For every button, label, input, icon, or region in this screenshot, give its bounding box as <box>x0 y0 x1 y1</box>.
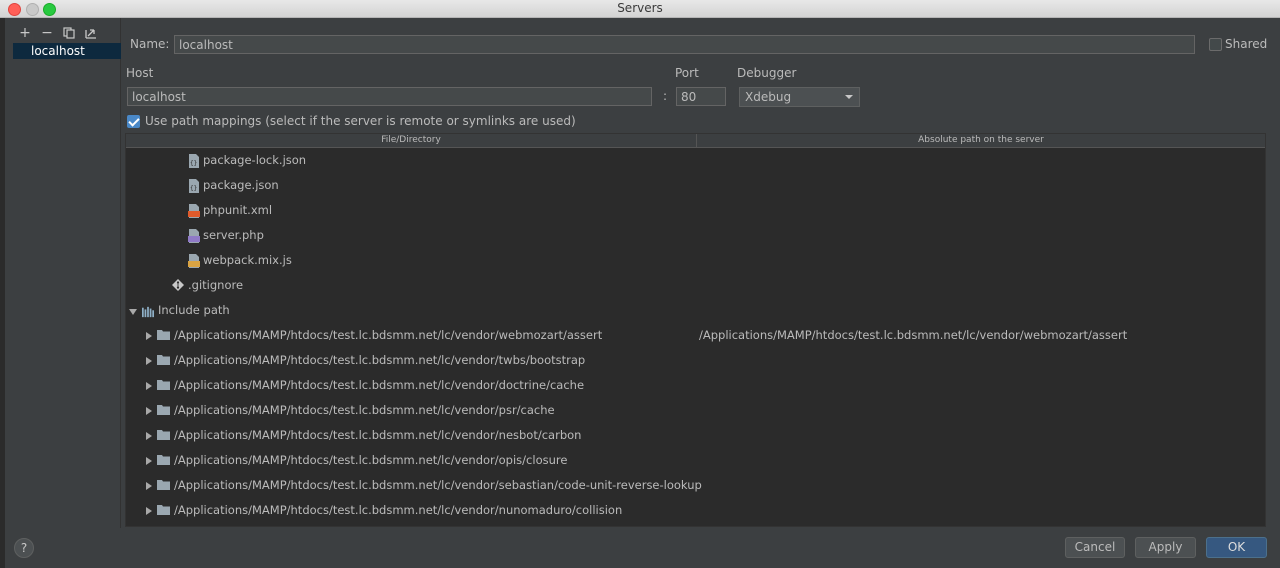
library-icon <box>142 306 154 318</box>
cancel-button[interactable]: Cancel <box>1065 537 1125 558</box>
servers-list-panel: + − localhost <box>5 18 121 528</box>
table-row[interactable]: /Applications/MAMP/htdocs/test.lc.bdsmm.… <box>126 323 1265 348</box>
include-path-label: Include path <box>158 303 230 317</box>
use-path-mappings-checkbox[interactable] <box>127 115 140 128</box>
folder-icon <box>157 355 170 365</box>
shared-checkbox[interactable] <box>1209 38 1222 51</box>
table-row[interactable]: /Applications/MAMP/htdocs/test.lc.bdsmm.… <box>126 473 1265 498</box>
php-file-icon <box>188 229 200 243</box>
xml-file-icon <box>188 204 200 218</box>
json-file-icon: {} <box>189 179 199 193</box>
port-input[interactable]: 80 <box>676 87 726 106</box>
table-row[interactable]: phpunit.xml <box>126 198 1265 223</box>
column-header-file-directory[interactable]: File/Directory <box>126 134 697 147</box>
host-label: Host <box>126 66 154 80</box>
expand-arrow-icon[interactable] <box>146 357 152 365</box>
folder-icon <box>157 380 170 390</box>
table-row[interactable]: server.php <box>126 223 1265 248</box>
file-name: phpunit.xml <box>203 203 273 217</box>
table-row[interactable]: /Applications/MAMP/htdocs/test.lc.bdsmm.… <box>126 498 1265 523</box>
include-path: /Applications/MAMP/htdocs/test.lc.bdsmm.… <box>174 503 623 517</box>
gitignore-file-icon <box>172 279 184 291</box>
help-button[interactable]: ? <box>14 538 34 558</box>
include-path: /Applications/MAMP/htdocs/test.lc.bdsmm.… <box>174 478 702 492</box>
debugger-select[interactable]: Xdebug <box>739 87 860 107</box>
table-row[interactable]: /Applications/MAMP/htdocs/test.lc.bdsmm.… <box>126 373 1265 398</box>
debugger-label: Debugger <box>737 66 797 80</box>
table-row[interactable]: /Applications/MAMP/htdocs/test.lc.bdsmm.… <box>126 398 1265 423</box>
folder-icon <box>157 480 170 490</box>
name-label: Name: <box>130 37 170 51</box>
server-list-item-label: localhost <box>31 44 85 58</box>
absolute-path-value[interactable]: /Applications/MAMP/htdocs/test.lc.bdsmm.… <box>699 323 1127 348</box>
remove-server-button[interactable]: − <box>39 25 55 41</box>
file-name: webpack.mix.js <box>203 253 292 267</box>
table-row[interactable]: {} package.json <box>126 173 1265 198</box>
expand-arrow-icon[interactable] <box>146 332 152 340</box>
js-file-icon <box>188 254 200 268</box>
table-row[interactable]: webpack.mix.js <box>126 248 1265 273</box>
port-separator: : <box>663 89 668 103</box>
include-path-row[interactable]: Include path <box>126 298 1265 323</box>
file-name: package-lock.json <box>203 153 307 167</box>
window-title: Servers <box>617 1 663 15</box>
expand-arrow-icon[interactable] <box>146 432 152 440</box>
host-input[interactable]: localhost <box>127 87 652 106</box>
folder-icon <box>157 405 170 415</box>
include-path: /Applications/MAMP/htdocs/test.lc.bdsmm.… <box>174 428 582 442</box>
table-row[interactable]: /Applications/MAMP/htdocs/test.lc.bdsmm.… <box>126 423 1265 448</box>
copy-server-button[interactable] <box>61 25 77 41</box>
svg-text:{}: {} <box>190 185 197 192</box>
ok-button[interactable]: OK <box>1206 537 1267 558</box>
folder-icon <box>157 330 170 340</box>
copy-icon <box>63 27 75 39</box>
port-label: Port <box>675 66 699 80</box>
file-name: server.php <box>203 228 264 242</box>
expand-arrow-icon[interactable] <box>146 482 152 490</box>
path-mappings-table: File/Directory Absolute path on the serv… <box>125 133 1266 527</box>
json-file-icon: {} <box>189 154 199 168</box>
file-name: .gitignore <box>188 278 244 292</box>
use-path-mappings-label: Use path mappings (select if the server … <box>145 114 576 128</box>
title-bar: Servers <box>0 0 1280 18</box>
table-row[interactable]: .gitignore <box>126 273 1265 298</box>
include-path: /Applications/MAMP/htdocs/test.lc.bdsmm.… <box>174 378 585 392</box>
debugger-select-value: Xdebug <box>745 90 792 104</box>
include-path: /Applications/MAMP/htdocs/test.lc.bdsmm.… <box>174 353 586 367</box>
expand-arrow-icon[interactable] <box>146 382 152 390</box>
collapse-arrow-icon[interactable] <box>129 309 137 315</box>
expand-arrow-icon[interactable] <box>146 407 152 415</box>
shared-label: Shared <box>1225 37 1268 51</box>
include-path: /Applications/MAMP/htdocs/test.lc.bdsmm.… <box>174 403 555 417</box>
folder-icon <box>157 430 170 440</box>
table-row[interactable]: /Applications/MAMP/htdocs/test.lc.bdsmm.… <box>126 348 1265 373</box>
servers-toolbar: + − <box>17 25 99 41</box>
column-header-absolute-path[interactable]: Absolute path on the server <box>697 134 1265 147</box>
dropdown-arrow-icon <box>845 95 853 99</box>
table-row[interactable]: /Applications/MAMP/htdocs/test.lc.bdsmm.… <box>126 448 1265 473</box>
table-row[interactable]: {} package-lock.json <box>126 148 1265 173</box>
include-path: /Applications/MAMP/htdocs/test.lc.bdsmm.… <box>174 453 568 467</box>
folder-icon <box>157 455 170 465</box>
add-server-button[interactable]: + <box>17 25 33 41</box>
table-header: File/Directory Absolute path on the serv… <box>126 134 1265 148</box>
server-list-item[interactable]: localhost <box>13 43 121 59</box>
expand-arrow-icon[interactable] <box>146 457 152 465</box>
file-name: package.json <box>203 178 279 192</box>
include-path: /Applications/MAMP/htdocs/test.lc.bdsmm.… <box>174 328 603 342</box>
folder-icon <box>157 505 170 515</box>
servers-dialog: Servers + − localhost Name: localhost Sh… <box>0 0 1280 568</box>
expand-arrow-icon[interactable] <box>146 507 152 515</box>
svg-text:{}: {} <box>190 160 197 167</box>
import-server-button[interactable] <box>83 25 99 41</box>
name-input[interactable]: localhost <box>174 35 1195 54</box>
import-icon <box>85 29 96 39</box>
apply-button[interactable]: Apply <box>1135 537 1196 558</box>
